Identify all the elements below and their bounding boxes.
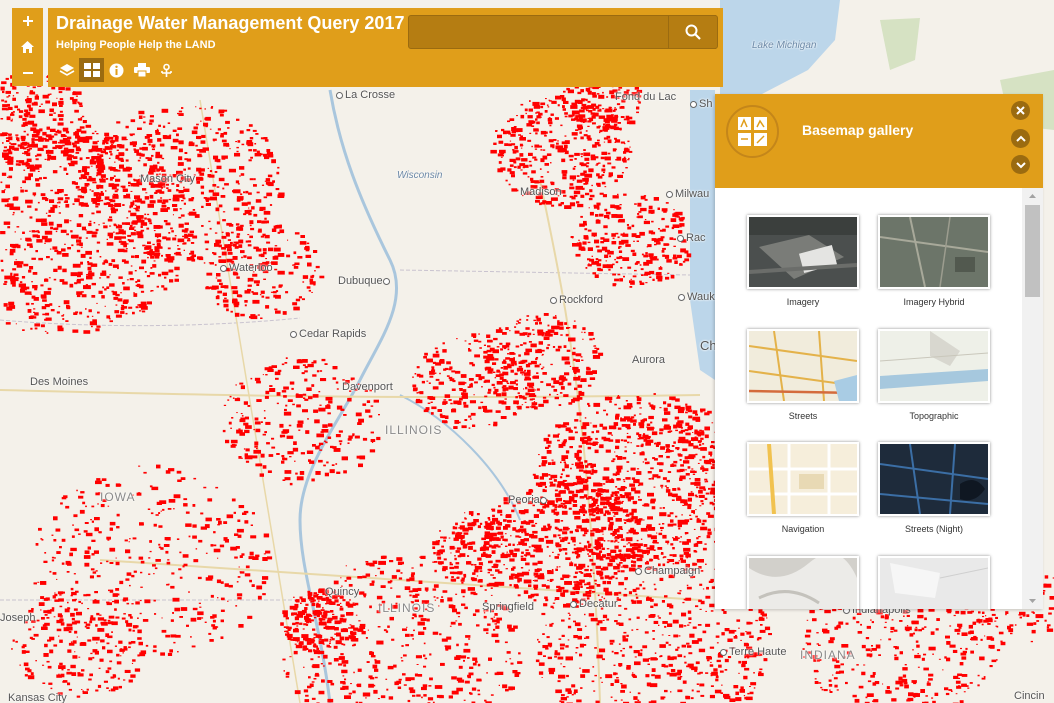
basemap-thumbnail: [747, 215, 859, 289]
panel-next-button[interactable]: [1011, 155, 1030, 174]
map-label-joseph: Joseph: [0, 612, 36, 624]
basemap-thumbnail: [878, 215, 990, 289]
basemap-thumbnail: [747, 556, 859, 609]
map-label-rockford: Rockford: [550, 294, 603, 306]
plus-icon: [22, 16, 33, 26]
map-label-aurora: Aurora: [632, 354, 666, 366]
basemap-thumbnail: [878, 556, 990, 609]
map-label-illinois-north: ILLINOIS: [385, 423, 443, 437]
basemap-label: Imagery: [786, 297, 820, 307]
basemap-item-light-gray[interactable]: [878, 556, 990, 609]
basemap-item-streets-night[interactable]: Streets (Night): [878, 442, 990, 534]
basemap-label: Streets (Night): [904, 524, 964, 534]
app-header: Drainage Water Management Query 2017 Hel…: [48, 8, 723, 87]
basemap-label: Streets: [788, 411, 818, 421]
map-label-kansas-city: Kansas City: [8, 692, 67, 703]
map-label-springfield: Springfield: [482, 601, 534, 613]
basemap-thumbnail: [747, 442, 859, 516]
share-button[interactable]: [154, 58, 179, 82]
map-label-milwaukee: Milwau: [666, 188, 709, 200]
gallery-scrollbar[interactable]: [1022, 188, 1043, 609]
map-label-champaign: Champaign: [635, 565, 700, 577]
map-label-illinois: ILLINOIS: [378, 601, 436, 615]
panel-previous-button[interactable]: [1011, 129, 1030, 148]
map-label-mason-city: Mason City: [140, 173, 196, 185]
basemap-gallery-icon: [726, 105, 779, 158]
print-button[interactable]: [129, 58, 154, 82]
basemap-label: Topographic: [909, 411, 959, 421]
basemap-thumbnail: [878, 329, 990, 403]
map-label-iowa: IOWA: [100, 490, 136, 504]
map-label-cedar-rapids: Cedar Rapids: [290, 328, 366, 340]
map-label-des-moines: Des Moines: [30, 376, 89, 388]
app-subtitle: Helping People Help the LAND: [56, 39, 216, 51]
zoom-out-button[interactable]: [12, 60, 43, 86]
info-button[interactable]: [104, 58, 129, 82]
map-label-peoria: Peoria: [508, 494, 549, 506]
zoom-controls: [12, 8, 43, 86]
zoom-in-button[interactable]: [12, 8, 43, 34]
share-icon: [161, 63, 172, 77]
basemap-gallery-button[interactable]: [79, 58, 104, 82]
print-icon: [133, 63, 150, 77]
basemap-item-terrain[interactable]: [747, 556, 859, 609]
map-label-waukegan: Wauk: [678, 291, 715, 303]
map-label-decatur: Decatur: [570, 598, 618, 610]
chevron-down-icon: [1015, 161, 1026, 168]
toolbar: [54, 58, 179, 82]
minus-icon: [22, 72, 33, 74]
map-label-waterloo: Waterloo: [220, 262, 273, 274]
map-label-la-crosse: La Crosse: [336, 89, 395, 101]
map-label-madison: Madison: [520, 186, 562, 198]
map-label-davenport: Davenport: [342, 381, 393, 393]
home-icon: [21, 41, 34, 53]
basemap-gallery: Imagery Imagery Hybrid Streets Topograph…: [715, 188, 1022, 609]
map-label-cincinnati: Cincin: [1014, 690, 1045, 702]
basemap-thumbnail: [747, 329, 859, 403]
basemap-icon: [83, 63, 100, 77]
map-label-sheboygan: Sh: [690, 98, 712, 110]
map-label-quincy: Quincy: [325, 586, 360, 598]
home-button[interactable]: [12, 34, 43, 60]
map-label-terre-haute: Terre Haute: [720, 646, 786, 658]
layers-button[interactable]: [54, 58, 79, 82]
info-icon: [109, 63, 124, 77]
basemap-item-topographic[interactable]: Topographic: [878, 329, 990, 421]
map-label-lake-michigan: Lake Michigan: [752, 40, 817, 51]
basemap-label: Imagery Hybrid: [903, 297, 965, 307]
basemap-label: Navigation: [781, 524, 825, 534]
basemap-item-imagery-hybrid[interactable]: Imagery Hybrid: [878, 215, 990, 307]
panel-title: Basemap gallery: [802, 122, 914, 138]
app-title: Drainage Water Management Query 2017: [56, 13, 405, 33]
map-label-fond-du-lac: Fond du Lac: [615, 91, 677, 103]
map-label-racine: Rac: [677, 232, 706, 244]
map-label-indiana: INDIANA: [800, 648, 856, 662]
panel-close-button[interactable]: [1011, 101, 1030, 120]
map-label-dubuque: Dubuque: [338, 275, 392, 287]
scroll-down-arrow-icon[interactable]: [1022, 595, 1043, 607]
search-icon: [685, 24, 701, 40]
basemap-thumbnail: [878, 442, 990, 516]
scroll-up-arrow-icon[interactable]: [1022, 190, 1043, 202]
basemap-item-streets[interactable]: Streets: [747, 329, 859, 421]
basemap-item-navigation[interactable]: Navigation: [747, 442, 859, 534]
close-icon: [1016, 106, 1025, 115]
layers-icon: [59, 64, 74, 76]
scrollbar-thumb[interactable]: [1025, 205, 1040, 297]
basemap-item-imagery[interactable]: Imagery: [747, 215, 859, 307]
basemap-panel: Basemap gallery Imagery Imagery Hybrid S…: [715, 94, 1043, 609]
panel-header: Basemap gallery: [715, 94, 1043, 188]
map-label-wisconsin: Wisconsin: [397, 170, 443, 181]
search-button[interactable]: [668, 15, 718, 49]
chevron-up-icon: [1015, 135, 1026, 142]
